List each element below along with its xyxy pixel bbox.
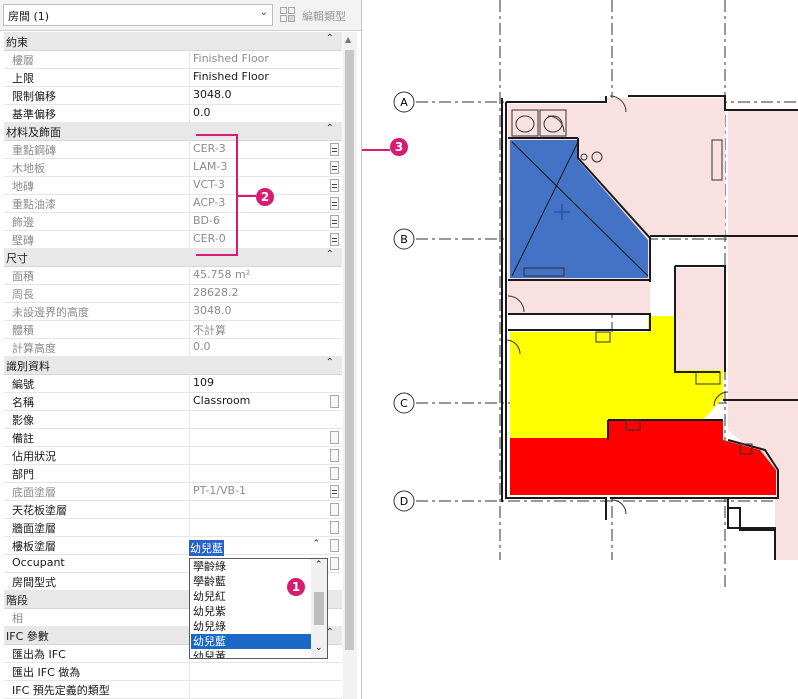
room-pink-east-2[interactable] (728, 240, 798, 400)
grid-label-b: B (400, 233, 408, 246)
callout-badge-1: 1 (287, 578, 305, 596)
door-swing (611, 499, 627, 515)
room-pink-corridor[interactable] (675, 268, 725, 370)
grid-label-d: D (400, 495, 408, 508)
grid-label-a: A (400, 96, 408, 109)
room-pink-east[interactable] (728, 110, 798, 240)
grid-label-c: C (400, 397, 408, 410)
callout-badge-2: 2 (256, 188, 274, 206)
floor-plan-view[interactable]: A B C D (362, 0, 798, 699)
grid-bubbles: A B C D (393, 91, 415, 512)
callout-overlay (196, 134, 256, 256)
room-pink-mid[interactable] (508, 280, 650, 314)
materials-bracket (196, 134, 238, 256)
